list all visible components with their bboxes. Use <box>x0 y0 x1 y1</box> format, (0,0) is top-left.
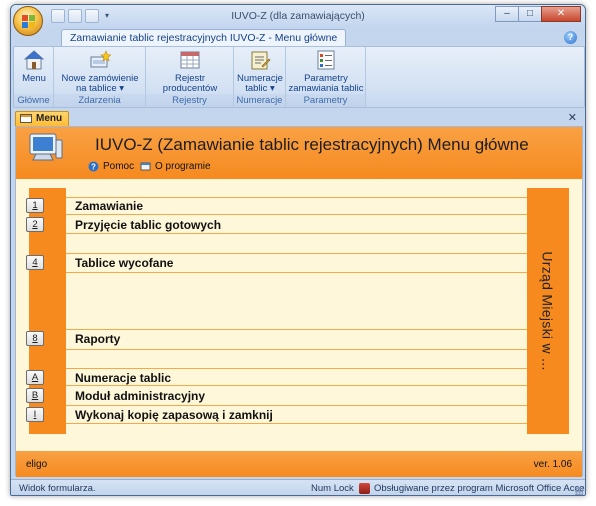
menu-divider <box>66 233 527 234</box>
new-order-button[interactable]: Nowe zamówienie na tablice ▾ <box>56 49 144 94</box>
access-info: Obsługiwane przez program Microsoft Offi… <box>359 483 586 494</box>
window-controls: – □ ✕ <box>495 6 581 22</box>
access-icon <box>359 483 370 494</box>
resize-grip-icon[interactable] <box>575 487 583 495</box>
numbering-label-2: tablic <box>245 83 268 94</box>
maximize-button[interactable]: □ <box>518 6 542 22</box>
menu-button-label: Menu <box>22 73 46 84</box>
title-bar: ▾ IUVO-Z (dla zamawiających) – □ ✕ <box>11 5 585 27</box>
ribbon-tab-row: Zamawianie tablic rejestracyjnych IUVO-Z… <box>11 27 585 47</box>
menu-divider <box>66 329 527 330</box>
chevron-down-icon: ▾ <box>119 83 125 94</box>
form-footer: eligo ver. 1.06 <box>16 451 582 477</box>
group-label-glowne: Główne <box>14 94 53 107</box>
chevron-down-icon: ▾ <box>270 83 275 94</box>
ribbon: Menu Główne Nowe zamówienie na tablice ▾… <box>13 46 585 108</box>
ribbon-group-rejestry: Rejestr producentów tablic ▾ Rejestry <box>146 47 234 107</box>
ribbon-group-zdarzenia: Nowe zamówienie na tablice ▾ Zdarzenia <box>54 47 146 107</box>
menu-item-zamawianie[interactable]: Zamawianie <box>75 199 143 213</box>
group-label-rejestry: Rejestry <box>146 94 233 107</box>
menu-list: 1 Zamawianie 2 Przyjęcie tablic gotowych… <box>26 188 527 434</box>
num-lock-indicator: Num Lock <box>311 483 354 494</box>
menu-button-i[interactable]: I <box>26 407 44 422</box>
help-link-label: Pomoc <box>103 161 135 172</box>
numbering-button[interactable]: Numeracje tablic ▾ <box>236 49 284 94</box>
menu-divider <box>66 423 527 424</box>
help-link[interactable]: ? Pomoc <box>88 161 134 172</box>
menu-item-przyjecie[interactable]: Przyjęcie tablic gotowych <box>75 218 221 232</box>
about-link-label: O programie <box>155 161 211 172</box>
version-label: ver. 1.06 <box>533 459 572 470</box>
menu-divider <box>66 197 527 198</box>
menu-button-b[interactable]: B <box>26 388 44 403</box>
menu-divider <box>66 214 527 215</box>
new-order-label-2: na tablice <box>75 83 117 94</box>
menu-divider <box>66 253 527 254</box>
help-icon[interactable]: ? <box>564 31 577 44</box>
menu-item-modul-administracyjny[interactable]: Moduł administracyjny <box>75 389 205 403</box>
about-icon <box>140 161 151 172</box>
producer-register-label: Rejestr producentów <box>162 73 218 94</box>
numbering-icon <box>249 49 271 71</box>
main-menu-form: IUVO-Z (Zamawianie tablic rejestracyjnyc… <box>15 126 583 477</box>
office-button[interactable] <box>13 6 43 36</box>
form-header: IUVO-Z (Zamawianie tablic rejestracyjnyc… <box>16 127 582 179</box>
menu-divider <box>66 368 527 369</box>
menu-divider <box>66 349 527 350</box>
menu-item-tablice-wycofane[interactable]: Tablice wycofane <box>75 256 173 270</box>
menu-button-4[interactable]: 4 <box>26 255 44 270</box>
office-logo-icon <box>22 15 35 28</box>
menu-button-2[interactable]: 2 <box>26 217 44 232</box>
home-icon <box>23 49 45 71</box>
menu-divider <box>66 272 527 273</box>
application-window: ▾ IUVO-Z (dla zamawiających) – □ ✕ Zamaw… <box>10 4 586 496</box>
computer-icon <box>22 130 66 166</box>
access-info-text: Obsługiwane przez program Microsoft Offi… <box>374 483 586 494</box>
form-body: Urząd Miejski w ... 1 Zamawianie 2 Przyj… <box>16 179 582 451</box>
status-bar: Widok formularza. Num Lock Obsługiwane p… <box>11 479 586 495</box>
menu-button[interactable]: Menu <box>16 49 52 84</box>
menu-item-numeracje[interactable]: Numeracje tablic <box>75 371 171 385</box>
status-text: Widok formularza. <box>19 483 96 494</box>
object-tab-menu[interactable]: Menu <box>15 111 70 126</box>
close-button[interactable]: ✕ <box>541 6 581 22</box>
footer-brand: eligo <box>26 459 48 470</box>
group-label-numeracje: Numeracje <box>234 94 285 107</box>
ribbon-group-numeracje: Numeracje tablic ▾ Numeracje <box>234 47 286 107</box>
minimize-button[interactable]: – <box>495 6 519 22</box>
object-tab-label: Menu <box>36 113 63 124</box>
new-order-icon <box>89 49 112 71</box>
ribbon-group-parametry: Parametry zamawiania tablic ▾ Parametry <box>286 47 366 107</box>
ribbon-tab-main-menu[interactable]: Zamawianie tablic rejestracyjnych IUVO-Z… <box>61 29 347 47</box>
group-label-parametry: Parametry <box>286 94 365 107</box>
parameters-icon <box>315 49 337 71</box>
menu-button-8[interactable]: 8 <box>26 331 44 346</box>
object-tab-row: Menu ✕ <box>11 109 585 126</box>
vertical-label-container: Urząd Miejski w ... <box>527 188 569 434</box>
office-vertical-label: Urząd Miejski w ... <box>540 251 556 371</box>
ribbon-group-glowne: Menu Główne <box>14 47 54 107</box>
svg-text:?: ? <box>91 163 96 172</box>
close-form-icon[interactable]: ✕ <box>568 111 577 124</box>
menu-item-kopia-zapasowa[interactable]: Wykonaj kopię zapasową i zamknij <box>75 408 273 422</box>
form-title: IUVO-Z (Zamawianie tablic rejestracyjnyc… <box>95 135 529 154</box>
help-icon: ? <box>88 161 99 172</box>
form-icon <box>20 114 32 123</box>
about-link[interactable]: O programie <box>140 161 211 172</box>
menu-divider <box>66 405 527 406</box>
menu-button-1[interactable]: 1 <box>26 198 44 213</box>
menu-item-raporty[interactable]: Raporty <box>75 332 120 346</box>
group-label-zdarzenia: Zdarzenia <box>54 94 145 107</box>
menu-button-a[interactable]: A <box>26 370 44 385</box>
register-table-icon <box>179 49 201 71</box>
menu-divider <box>66 385 527 386</box>
